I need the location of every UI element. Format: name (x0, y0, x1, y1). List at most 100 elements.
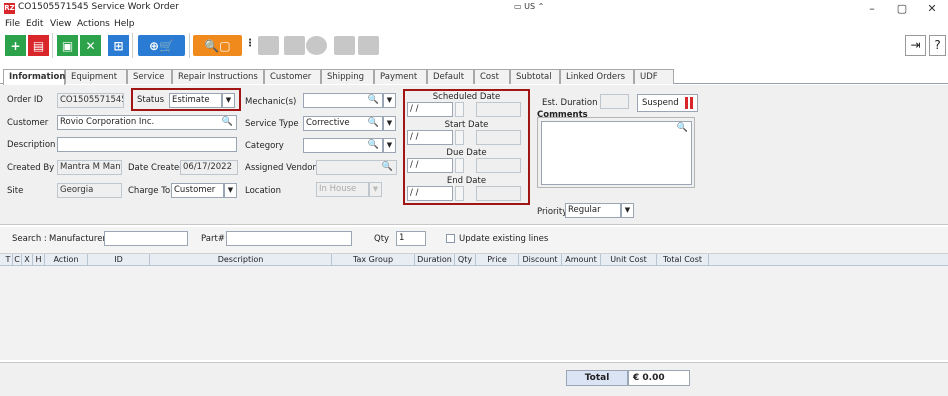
end-time-field[interactable] (476, 186, 521, 201)
tab-udf[interactable]: UDF (634, 69, 674, 84)
search-icon[interactable]: 🔍 (222, 116, 233, 129)
start-date-field[interactable]: / / (407, 130, 453, 145)
toolbar-separator (52, 33, 53, 58)
tab-payment[interactable]: Payment (374, 69, 427, 84)
search-icon[interactable]: 🔍 (677, 123, 688, 133)
menu-file[interactable]: File (5, 19, 20, 29)
app-icon: RZ (4, 3, 15, 14)
toolbar-separator (132, 33, 133, 58)
start-time-field[interactable] (476, 130, 521, 145)
menu-view[interactable]: View (50, 19, 71, 29)
tab-cost[interactable]: Cost (474, 69, 510, 84)
column-header[interactable]: Discount (519, 254, 562, 266)
tab-shipping[interactable]: Shipping (321, 69, 374, 84)
calendar-spinner[interactable] (455, 186, 464, 201)
tab-subtotal[interactable]: Subtotal (510, 69, 560, 84)
footer-bar (0, 362, 948, 396)
part-input[interactable] (226, 231, 352, 246)
maximize-button[interactable]: ▢ (888, 0, 916, 17)
close-button[interactable]: ✕ (918, 0, 946, 17)
search-icon[interactable]: 🔍 (368, 117, 379, 130)
chevron-updown-icon: ⌃ (537, 2, 545, 11)
column-header[interactable]: H (33, 254, 45, 266)
description-field[interactable] (57, 137, 237, 152)
menu-help[interactable]: Help (114, 19, 135, 29)
qty-label: Qty (374, 234, 390, 244)
tab-equipment[interactable]: Equipment (65, 69, 127, 84)
end-date-field[interactable]: / / (407, 186, 453, 201)
due-time-field[interactable] (476, 158, 521, 173)
menu-edit[interactable]: Edit (26, 19, 43, 29)
priority-select[interactable]: Regular (565, 203, 621, 218)
due-date-field[interactable]: / / (407, 158, 453, 173)
column-header[interactable]: T (4, 254, 13, 266)
scheduled-time-field[interactable] (476, 102, 521, 117)
tab-default[interactable]: Default (427, 69, 474, 84)
charge-to-select[interactable]: Customer (171, 183, 224, 198)
column-header[interactable]: Action (45, 254, 88, 266)
column-header[interactable]: C (13, 254, 22, 266)
update-existing-checkbox[interactable] (446, 234, 455, 243)
customer-field[interactable]: Rovio Corporation Inc. 🔍 (57, 115, 237, 130)
column-header[interactable]: Price (476, 254, 519, 266)
chevron-down-icon[interactable]: ▼ (222, 93, 235, 108)
search-icon[interactable]: 🔍 (368, 94, 379, 107)
comments-textarea[interactable]: 🔍 (541, 121, 692, 185)
column-header[interactable]: Tax Group (332, 254, 415, 266)
column-header[interactable]: Total Cost (657, 254, 709, 266)
toolbar-separator (189, 33, 190, 58)
status-select[interactable]: Estimate (169, 93, 222, 108)
assigned-vendor-label: Assigned Vendor (245, 163, 317, 173)
column-header[interactable]: ID (88, 254, 150, 266)
add-to-cart-icon[interactable]: ⊕🛒 (138, 35, 185, 56)
tab-linked-orders[interactable]: Linked Orders (560, 69, 634, 84)
sign-out-icon[interactable]: ⇥ (905, 35, 926, 56)
calendar-spinner[interactable] (455, 130, 464, 145)
tab-service[interactable]: Service (127, 69, 172, 84)
mechanics-label: Mechanic(s) (245, 97, 297, 107)
chevron-down-icon[interactable]: ▼ (383, 138, 396, 153)
column-header[interactable]: X (22, 254, 33, 266)
suspend-button[interactable]: Suspend (637, 94, 698, 112)
chevron-down-icon: ▼ (369, 182, 382, 197)
chevron-down-icon[interactable]: ▼ (621, 203, 634, 218)
tab-customer[interactable]: Customer (264, 69, 321, 84)
barcode-icon[interactable]: ⊞ (108, 35, 129, 56)
tab-information[interactable]: Information (3, 69, 65, 85)
created-by-label: Created By (7, 163, 55, 173)
help-button[interactable]: ? (929, 35, 946, 56)
cancel-icon[interactable]: ✕ (80, 35, 101, 56)
column-header[interactable]: Qty (455, 254, 476, 266)
chevron-down-icon[interactable]: ▼ (383, 93, 396, 108)
menu-actions[interactable]: Actions (77, 19, 110, 29)
line-items-grid[interactable] (0, 266, 948, 360)
chevron-down-icon[interactable]: ▼ (224, 183, 237, 198)
locale-selector[interactable]: ▭ US ⌃ (514, 2, 544, 11)
est-duration-field[interactable] (600, 94, 629, 109)
locale-label: US (524, 2, 536, 11)
search-icon[interactable]: 🔍 (368, 139, 379, 152)
toolbar-overflow-icon[interactable]: ⋮ (245, 38, 255, 49)
column-header[interactable]: Amount (562, 254, 601, 266)
new-document-icon[interactable]: + (5, 35, 26, 56)
service-type-field[interactable]: Corrective 🔍 (303, 116, 383, 131)
manufacturer-input[interactable] (104, 231, 188, 246)
scheduled-date-field[interactable]: / / (407, 102, 453, 117)
category-label: Category (245, 141, 284, 151)
calendar-spinner[interactable] (455, 102, 464, 117)
column-header[interactable]: Unit Cost (601, 254, 657, 266)
mechanics-field[interactable]: 🔍 (303, 93, 383, 108)
save-icon[interactable]: ▣ (57, 35, 78, 56)
minimize-button[interactable]: – (858, 0, 886, 17)
column-header[interactable]: Duration (415, 254, 455, 266)
column-header[interactable]: Description (150, 254, 332, 266)
calendar-spinner[interactable] (455, 158, 464, 173)
search-catalog-icon[interactable]: 🔍▢ (193, 35, 242, 56)
chevron-down-icon[interactable]: ▼ (383, 116, 396, 131)
qty-input[interactable]: 1 (396, 231, 426, 246)
tab-repair-instructions[interactable]: Repair Instructions (172, 69, 264, 84)
category-field[interactable]: 🔍 (303, 138, 383, 153)
update-existing-label: Update existing lines (459, 234, 549, 244)
location-select: In House (316, 182, 369, 197)
print-icon[interactable]: ▤ (28, 35, 49, 56)
